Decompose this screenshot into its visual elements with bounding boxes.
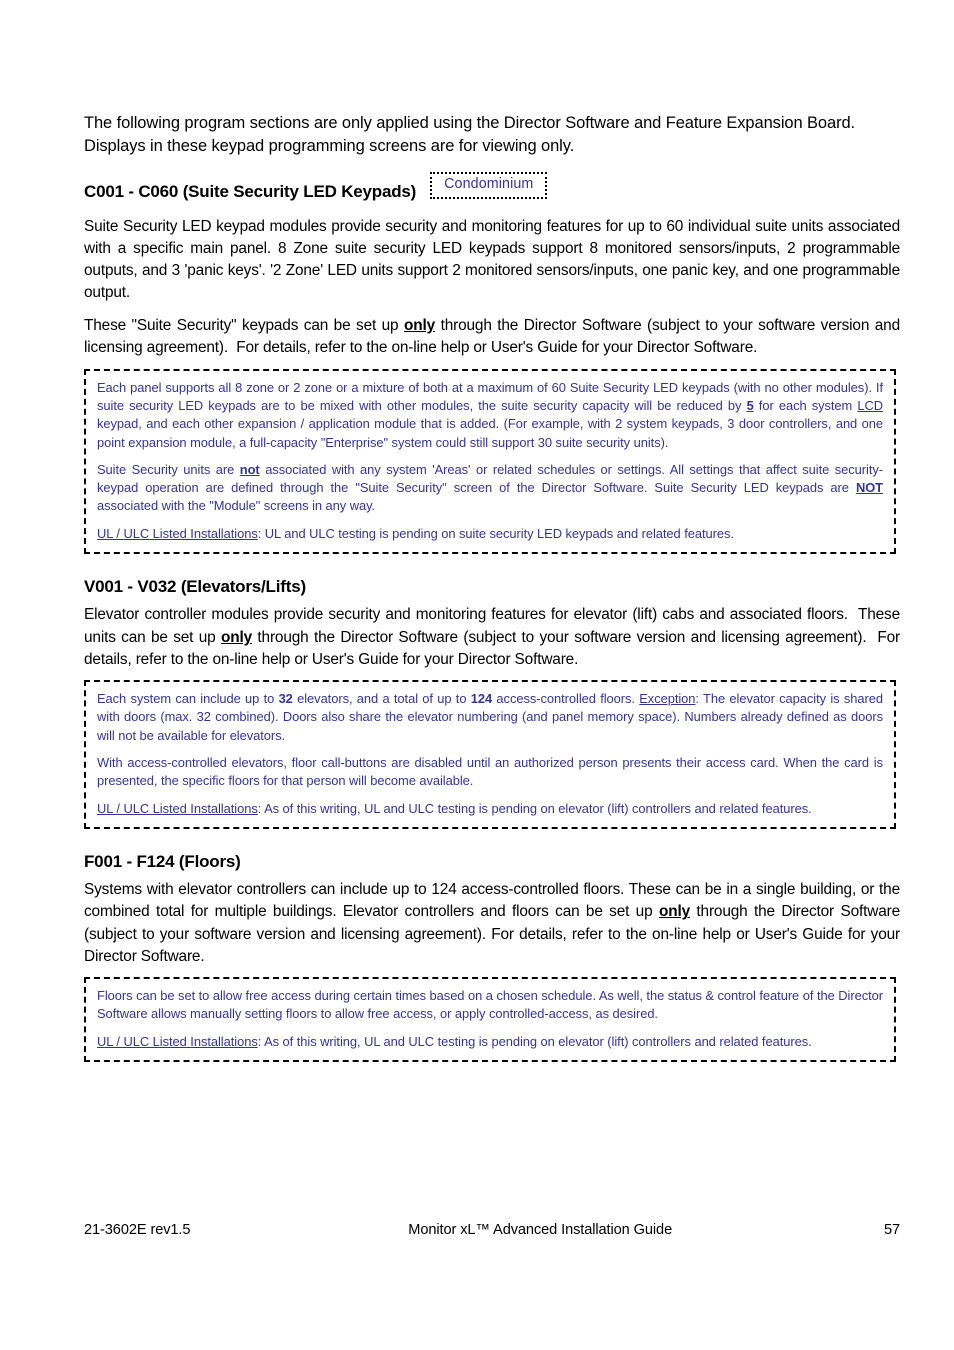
page-content: The following program sections are only … bbox=[84, 112, 900, 1062]
page-footer: 21-3602E rev1.5 Monitor xL™ Advanced Ins… bbox=[84, 1222, 900, 1238]
note-emphasis-not: not bbox=[239, 461, 260, 477]
note-paragraph: With access-controlled elevators, floor … bbox=[97, 754, 883, 789]
section-paragraph: Systems with elevator controllers can in… bbox=[84, 881, 900, 965]
ul-listed-text: : As of this writing, UL and ULC testing… bbox=[257, 1033, 812, 1049]
note-emphasis-exception: Exception bbox=[639, 691, 696, 706]
document-page: The following program sections are only … bbox=[0, 0, 954, 1350]
note-text: Each system can include up to bbox=[97, 691, 279, 706]
note-ul-listing: UL / ULC Listed Installations: As of thi… bbox=[97, 1033, 883, 1051]
section-heading-c001-c060: C001 - C060 (Suite Security LED Keypads)… bbox=[84, 171, 900, 209]
intro-paragraph: The following program sections are only … bbox=[84, 114, 856, 156]
condominium-tag: Condominium bbox=[430, 171, 548, 199]
note-text: access-controlled floors. bbox=[492, 691, 640, 706]
note-text: associated with the "Module" screens in … bbox=[97, 498, 376, 514]
note-emphasis-lcd: LCD bbox=[857, 397, 883, 413]
section-heading-v001-v032: V001 - V032 (Elevators/Lifts) bbox=[84, 577, 900, 597]
ul-listed-label: UL / ULC Listed Installations bbox=[97, 1033, 258, 1049]
note-emphasis-5: 5 bbox=[746, 397, 754, 413]
note-text: for each system bbox=[753, 397, 858, 413]
section-paragraph: Elevator controller modules provide secu… bbox=[84, 606, 900, 668]
note-text: Suite Security units are bbox=[97, 461, 240, 477]
ul-listed-text: : As of this writing, UL and ULC testing… bbox=[257, 800, 812, 816]
note-text: keypad, and each other expansion / appli… bbox=[97, 416, 883, 450]
note-box-elevators: Each system can include up to 32 elevato… bbox=[84, 680, 896, 829]
note-paragraph: Suite Security units are not associated … bbox=[97, 461, 883, 516]
note-paragraph: Each system can include up to 32 elevato… bbox=[97, 690, 883, 745]
note-paragraph: Each panel supports all 8 zone or 2 zone… bbox=[97, 379, 883, 452]
emphasis-only: only bbox=[404, 317, 436, 335]
note-text: elevators, and a total of up to bbox=[292, 691, 471, 706]
footer-page-number: 57 bbox=[883, 1222, 900, 1238]
ul-listed-label: UL / ULC Listed Installations bbox=[97, 525, 258, 541]
emphasis-only: only bbox=[220, 628, 252, 646]
footer-document-number: 21-3602E rev1.5 bbox=[84, 1222, 191, 1238]
section-heading-f001-f124: F001 - F124 (Floors) bbox=[84, 852, 900, 872]
note-emphasis-32: 32 bbox=[278, 691, 293, 706]
note-box-suite-security: Each panel supports all 8 zone or 2 zone… bbox=[84, 368, 896, 555]
note-ul-listing: UL / ULC Listed Installations: UL and UL… bbox=[97, 525, 883, 543]
section-paragraph: These "Suite Security" keypads can be se… bbox=[84, 317, 900, 357]
section-heading-text: V001 - V032 (Elevators/Lifts) bbox=[84, 577, 306, 597]
note-paragraph: Floors can be set to allow free access d… bbox=[97, 987, 883, 1022]
note-emphasis-124: 124 bbox=[470, 691, 493, 706]
footer-title: Monitor xL™ Advanced Installation Guide bbox=[408, 1222, 673, 1238]
ul-listed-label: UL / ULC Listed Installations bbox=[97, 800, 258, 816]
note-ul-listing: UL / ULC Listed Installations: As of thi… bbox=[97, 800, 883, 818]
section-heading-text: C001 - C060 (Suite Security LED Keypads) bbox=[84, 181, 417, 201]
section-paragraph: Suite Security LED keypad modules provid… bbox=[84, 217, 900, 302]
note-box-floors: Floors can be set to allow free access d… bbox=[84, 976, 896, 1062]
emphasis-only: only bbox=[658, 903, 690, 921]
section-heading-text: F001 - F124 (Floors) bbox=[84, 851, 241, 871]
ul-listed-text: : UL and ULC testing is pending on suite… bbox=[257, 525, 734, 541]
note-emphasis-NOT: NOT bbox=[855, 480, 883, 496]
